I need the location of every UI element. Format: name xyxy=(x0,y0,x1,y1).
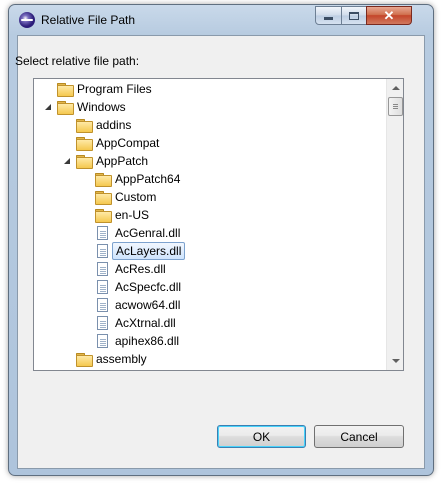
close-button[interactable]: ✕ xyxy=(366,6,412,25)
file-icon xyxy=(97,280,108,294)
vertical-scrollbar[interactable] xyxy=(386,79,403,370)
tree-item-label[interactable]: Program Files xyxy=(77,82,152,96)
scroll-thumb[interactable] xyxy=(388,97,403,116)
tree-item-label-selected[interactable]: AcLayers.dll xyxy=(112,242,186,260)
close-icon: ✕ xyxy=(383,7,395,23)
tree-item-label[interactable]: AcRes.dll xyxy=(115,262,166,276)
collapse-arrow-icon[interactable] xyxy=(63,156,73,166)
tree-row[interactable]: acwow64.dll xyxy=(34,296,386,314)
folder-icon xyxy=(95,209,112,223)
tree-item-label[interactable]: apihex86.dll xyxy=(115,334,179,348)
tree-item-label[interactable]: en-US xyxy=(115,208,149,222)
file-icon xyxy=(97,262,108,276)
tree-row[interactable]: AppCompat xyxy=(34,134,386,152)
scroll-up-arrow-icon[interactable] xyxy=(387,79,403,96)
folder-icon xyxy=(95,191,112,205)
tree-row[interactable]: AcGenral.dll xyxy=(34,224,386,242)
file-icon xyxy=(97,334,108,348)
minimize-icon xyxy=(324,17,333,20)
tree-item-label[interactable]: AppPatch64 xyxy=(115,172,180,186)
tree-item-label[interactable]: AppCompat xyxy=(96,136,159,150)
tree-row[interactable]: AppPatch64 xyxy=(34,170,386,188)
tree-item-label[interactable]: acwow64.dll xyxy=(115,298,180,312)
tree-row[interactable]: Custom xyxy=(34,188,386,206)
window-title: Relative File Path xyxy=(41,13,136,27)
expand-arrow-icon[interactable] xyxy=(82,174,92,184)
tree-item-label[interactable]: Windows xyxy=(77,100,126,114)
folder-icon xyxy=(57,83,74,97)
tree-row[interactable]: en-US xyxy=(34,206,386,224)
tree-item-label[interactable]: assembly xyxy=(96,352,147,366)
tree-row[interactable]: addins xyxy=(34,116,386,134)
tree-item-label[interactable]: AcXtrnal.dll xyxy=(115,316,176,330)
file-icon xyxy=(97,298,108,312)
collapse-arrow-icon[interactable] xyxy=(44,102,54,112)
file-icon xyxy=(97,316,108,330)
tree-row[interactable]: assembly xyxy=(34,350,386,368)
expand-arrow-icon[interactable] xyxy=(63,354,73,364)
tree-row[interactable]: AcRes.dll xyxy=(34,260,386,278)
maximize-icon xyxy=(349,11,359,20)
expand-arrow-icon[interactable] xyxy=(63,138,73,148)
folder-icon xyxy=(57,101,74,115)
tree-item-label[interactable]: AppPatch xyxy=(96,154,148,168)
folder-icon xyxy=(76,353,93,367)
tree-row[interactable]: Windows xyxy=(34,98,386,116)
folder-icon xyxy=(76,119,93,133)
file-tree[interactable]: Program Files Windows addins AppCompat AppPa… xyxy=(33,78,404,371)
maximize-button[interactable] xyxy=(341,6,367,25)
tree-item-label[interactable]: AcSpecfc.dll xyxy=(115,280,181,294)
ok-button[interactable]: OK xyxy=(217,425,306,448)
tree-row[interactable]: AcLayers.dll xyxy=(34,242,386,260)
tree-item-label[interactable]: AcGenral.dll xyxy=(115,226,180,240)
tree-item-label[interactable]: Custom xyxy=(115,190,156,204)
file-icon xyxy=(97,226,108,240)
tree-row[interactable]: AppPatch xyxy=(34,152,386,170)
tree-row[interactable]: apihex86.dll xyxy=(34,332,386,350)
folder-icon xyxy=(76,137,93,151)
minimize-button[interactable] xyxy=(315,6,342,25)
scroll-down-arrow-icon[interactable] xyxy=(387,353,403,370)
tree-row[interactable]: Program Files xyxy=(34,80,386,98)
expand-arrow-icon[interactable] xyxy=(82,192,92,202)
cancel-button[interactable]: Cancel xyxy=(314,425,404,448)
tree-row[interactable]: AcXtrnal.dll xyxy=(34,314,386,332)
prompt-label: Select relative file path: xyxy=(15,54,140,68)
eclipse-app-icon xyxy=(19,12,35,28)
title-bar[interactable]: Relative File Path ✕ xyxy=(9,5,433,35)
tree-item-label[interactable]: addins xyxy=(96,118,131,132)
expand-arrow-icon[interactable] xyxy=(44,84,54,94)
folder-icon xyxy=(95,173,112,187)
expand-arrow-icon[interactable] xyxy=(82,210,92,220)
file-icon xyxy=(97,244,108,258)
tree-row[interactable]: AcSpecfc.dll xyxy=(34,278,386,296)
folder-icon xyxy=(76,155,93,169)
